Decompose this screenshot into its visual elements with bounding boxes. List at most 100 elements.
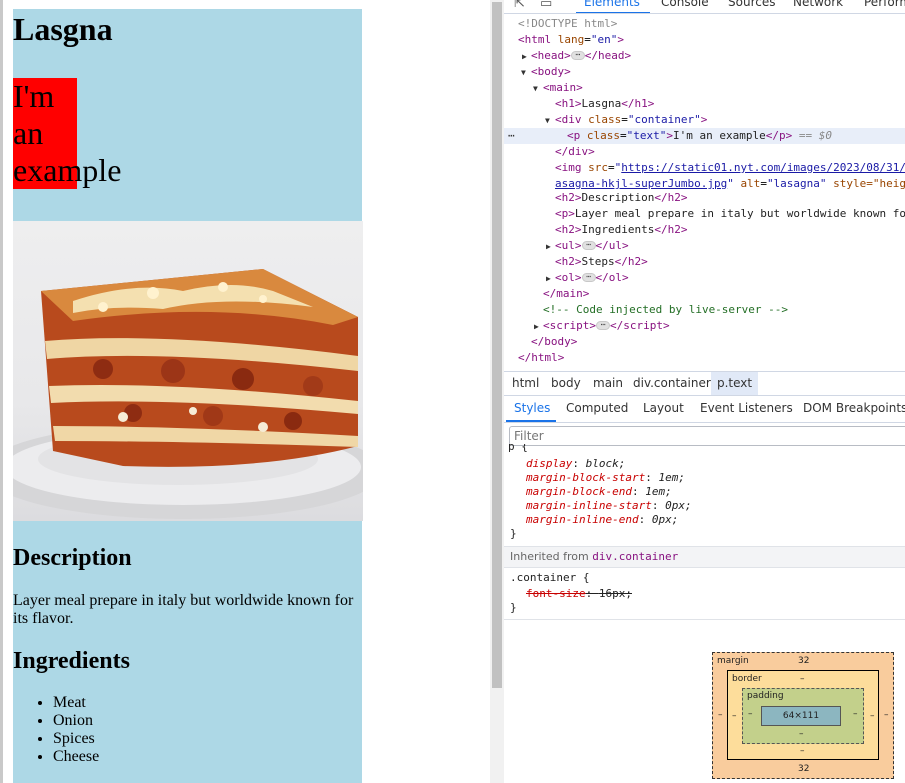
dom-node-ul[interactable]: <ul> ⋯ </ul>	[555, 238, 629, 254]
dom-node-body[interactable]: <body>	[531, 64, 571, 80]
tag-name: head	[598, 49, 625, 62]
box-model-padding-left: –	[748, 709, 753, 719]
example-text-line: I'm	[13, 78, 55, 114]
collapse-triangle-icon[interactable]: ▼	[545, 116, 550, 125]
css-value: 1em;	[658, 471, 685, 484]
dom-node-p-description[interactable]: <p>Layer meal prepare in italy but world…	[555, 206, 905, 222]
tab-console[interactable]: Console	[661, 0, 709, 9]
dom-node-img[interactable]: <img src="https://static01.nyt.com/image…	[555, 160, 905, 176]
attr-value: "lasagna"	[766, 177, 827, 190]
dom-node-script[interactable]: <script> ⋯ </script>	[543, 318, 670, 334]
box-model-padding[interactable]: padding – – – 64×111	[742, 688, 864, 744]
css-value: block;	[585, 457, 626, 470]
page-scrollbar-thumb[interactable]	[492, 2, 502, 688]
expand-triangle-icon[interactable]: ▶	[534, 322, 539, 331]
box-model-border[interactable]: border – – – – padding – – – 64×111	[727, 670, 879, 760]
attr-value: "text"	[626, 129, 667, 142]
box-model-border-left: –	[732, 711, 737, 721]
ingredients-list: Meat Onion Spices Cheese	[53, 694, 99, 766]
list-item: Cheese	[53, 748, 99, 766]
subtab-layout[interactable]: Layout	[643, 396, 684, 421]
dom-node-html[interactable]: <html lang="en">	[518, 32, 624, 48]
img-src-link[interactable]: https://static01.nyt.com/images/2023/08/…	[621, 161, 905, 174]
subtab-styles[interactable]: Styles	[514, 396, 550, 421]
breadcrumb-item-p-text[interactable]: p.text	[711, 372, 759, 395]
dom-node-h2-ingredients[interactable]: <h2>Ingredients</h2>	[555, 222, 687, 238]
subtab-dom-breakpoints[interactable]: DOM Breakpoints	[803, 396, 905, 421]
dom-node-h1[interactable]: <h1>Lasgna</h1>	[555, 96, 654, 112]
dom-node-head[interactable]: <head> ⋯ </head>	[531, 48, 631, 64]
breadcrumb-item-main[interactable]: main	[593, 372, 623, 395]
dom-node-div-close[interactable]: </div>	[555, 144, 595, 160]
description-heading: Description	[13, 545, 132, 571]
expand-triangle-icon[interactable]: ▶	[546, 274, 551, 283]
css-declaration[interactable]: margin-inline-start: 0px;	[526, 499, 692, 513]
filter-input[interactable]	[510, 427, 905, 445]
breadcrumb-item-body[interactable]: body	[551, 372, 581, 395]
css-selector-text: .container {	[510, 571, 590, 584]
css-declaration[interactable]: margin-inline-end: 0px;	[526, 513, 678, 527]
example-text: I'm an example	[13, 78, 313, 189]
tab-elements[interactable]: Elements	[584, 0, 640, 9]
attr-value: "en"	[590, 33, 618, 46]
ellipsis-icon[interactable]: ⋯	[581, 272, 596, 282]
ellipsis-icon[interactable]: ⋯	[581, 240, 596, 250]
css-brace: }	[510, 527, 517, 540]
dom-node-body-close[interactable]: </body>	[531, 334, 577, 350]
dom-node-main[interactable]: <main>	[543, 80, 583, 96]
dom-doctype[interactable]: <!DOCTYPE html>	[518, 16, 617, 32]
css-declaration[interactable]: display: block;	[526, 457, 625, 471]
tab-performance[interactable]: Perform	[864, 0, 905, 9]
dom-node-html-close[interactable]: </html>	[518, 350, 564, 366]
box-model-border-bottom: –	[800, 746, 805, 756]
list-item: Meat	[53, 694, 99, 712]
dom-comment[interactable]: <!-- Code injected by live-server -->	[543, 302, 788, 318]
subtab-computed[interactable]: Computed	[566, 396, 628, 421]
dom-node-h2-steps[interactable]: <h2>Steps</h2>	[555, 254, 648, 270]
breadcrumb-item-div-container[interactable]: div.container	[633, 372, 711, 395]
selected-marker: == $0	[798, 129, 832, 142]
dom-node-div-container[interactable]: <div class="container">	[555, 112, 707, 128]
collapse-triangle-icon[interactable]: ▼	[521, 68, 526, 77]
ellipsis-icon[interactable]: ⋯	[570, 50, 585, 60]
css-prop: font-size	[526, 587, 586, 600]
img-src-link[interactable]: asagna-hkjl-superJumbo.jpg	[555, 177, 727, 190]
tab-sources[interactable]: Sources	[728, 0, 775, 9]
ellipsis-icon[interactable]: ⋯	[596, 320, 610, 330]
expand-triangle-icon[interactable]: ▶	[522, 52, 527, 61]
dom-node-h2-description[interactable]: <h2>Description</h2>	[555, 190, 687, 206]
breadcrumb-item-html[interactable]: html	[512, 372, 539, 395]
box-model-content[interactable]: 64×111	[761, 706, 841, 726]
node-actions-icon[interactable]: ⋯	[508, 128, 515, 144]
dom-node-main-close[interactable]: </main>	[543, 286, 589, 302]
css-selector-p[interactable]: p {	[508, 444, 528, 452]
css-value: 16px;	[598, 587, 632, 600]
page-title: Lasgna	[13, 11, 113, 47]
subtab-event-listeners[interactable]: Event Listeners	[700, 396, 793, 421]
tab-network[interactable]: Network	[793, 0, 843, 9]
node-text: Lasgna	[581, 97, 622, 110]
box-model-margin[interactable]: margin 32 32 – – border – – – – padding …	[712, 652, 894, 779]
example-text-line: an	[13, 115, 44, 151]
device-toolbar-icon[interactable]: ▭	[540, 0, 552, 11]
css-declaration-overridden[interactable]: font-size: 16px;	[526, 587, 632, 601]
inherited-source-link[interactable]: div.container	[592, 550, 678, 563]
box-model-margin-top: 32	[798, 656, 810, 666]
list-item: Spices	[53, 730, 99, 748]
css-selector-container[interactable]: .container {	[510, 571, 589, 585]
inspect-icon[interactable]: ⇱	[514, 0, 525, 11]
collapse-triangle-icon[interactable]: ▼	[533, 84, 538, 93]
expand-triangle-icon[interactable]: ▶	[546, 242, 551, 251]
css-declaration[interactable]: margin-block-end: 1em;	[526, 485, 672, 499]
dom-node-p-text[interactable]: <p class="text">I'm an example</p> == $0	[567, 128, 832, 144]
box-model-border-right: –	[870, 711, 875, 721]
css-declaration[interactable]: margin-block-start: 1em;	[526, 471, 685, 485]
attr-value: "container"	[627, 113, 701, 126]
breadcrumb: html body main div.container p.text	[504, 371, 905, 396]
box-model-border-top: –	[800, 674, 805, 684]
inherited-label: Inherited from	[510, 550, 589, 563]
css-brace: }	[510, 601, 517, 614]
css-rule-close: }	[510, 527, 517, 541]
dom-node-ol[interactable]: <ol> ⋯ </ol>	[555, 270, 629, 286]
box-model-padding-right: –	[853, 709, 858, 719]
